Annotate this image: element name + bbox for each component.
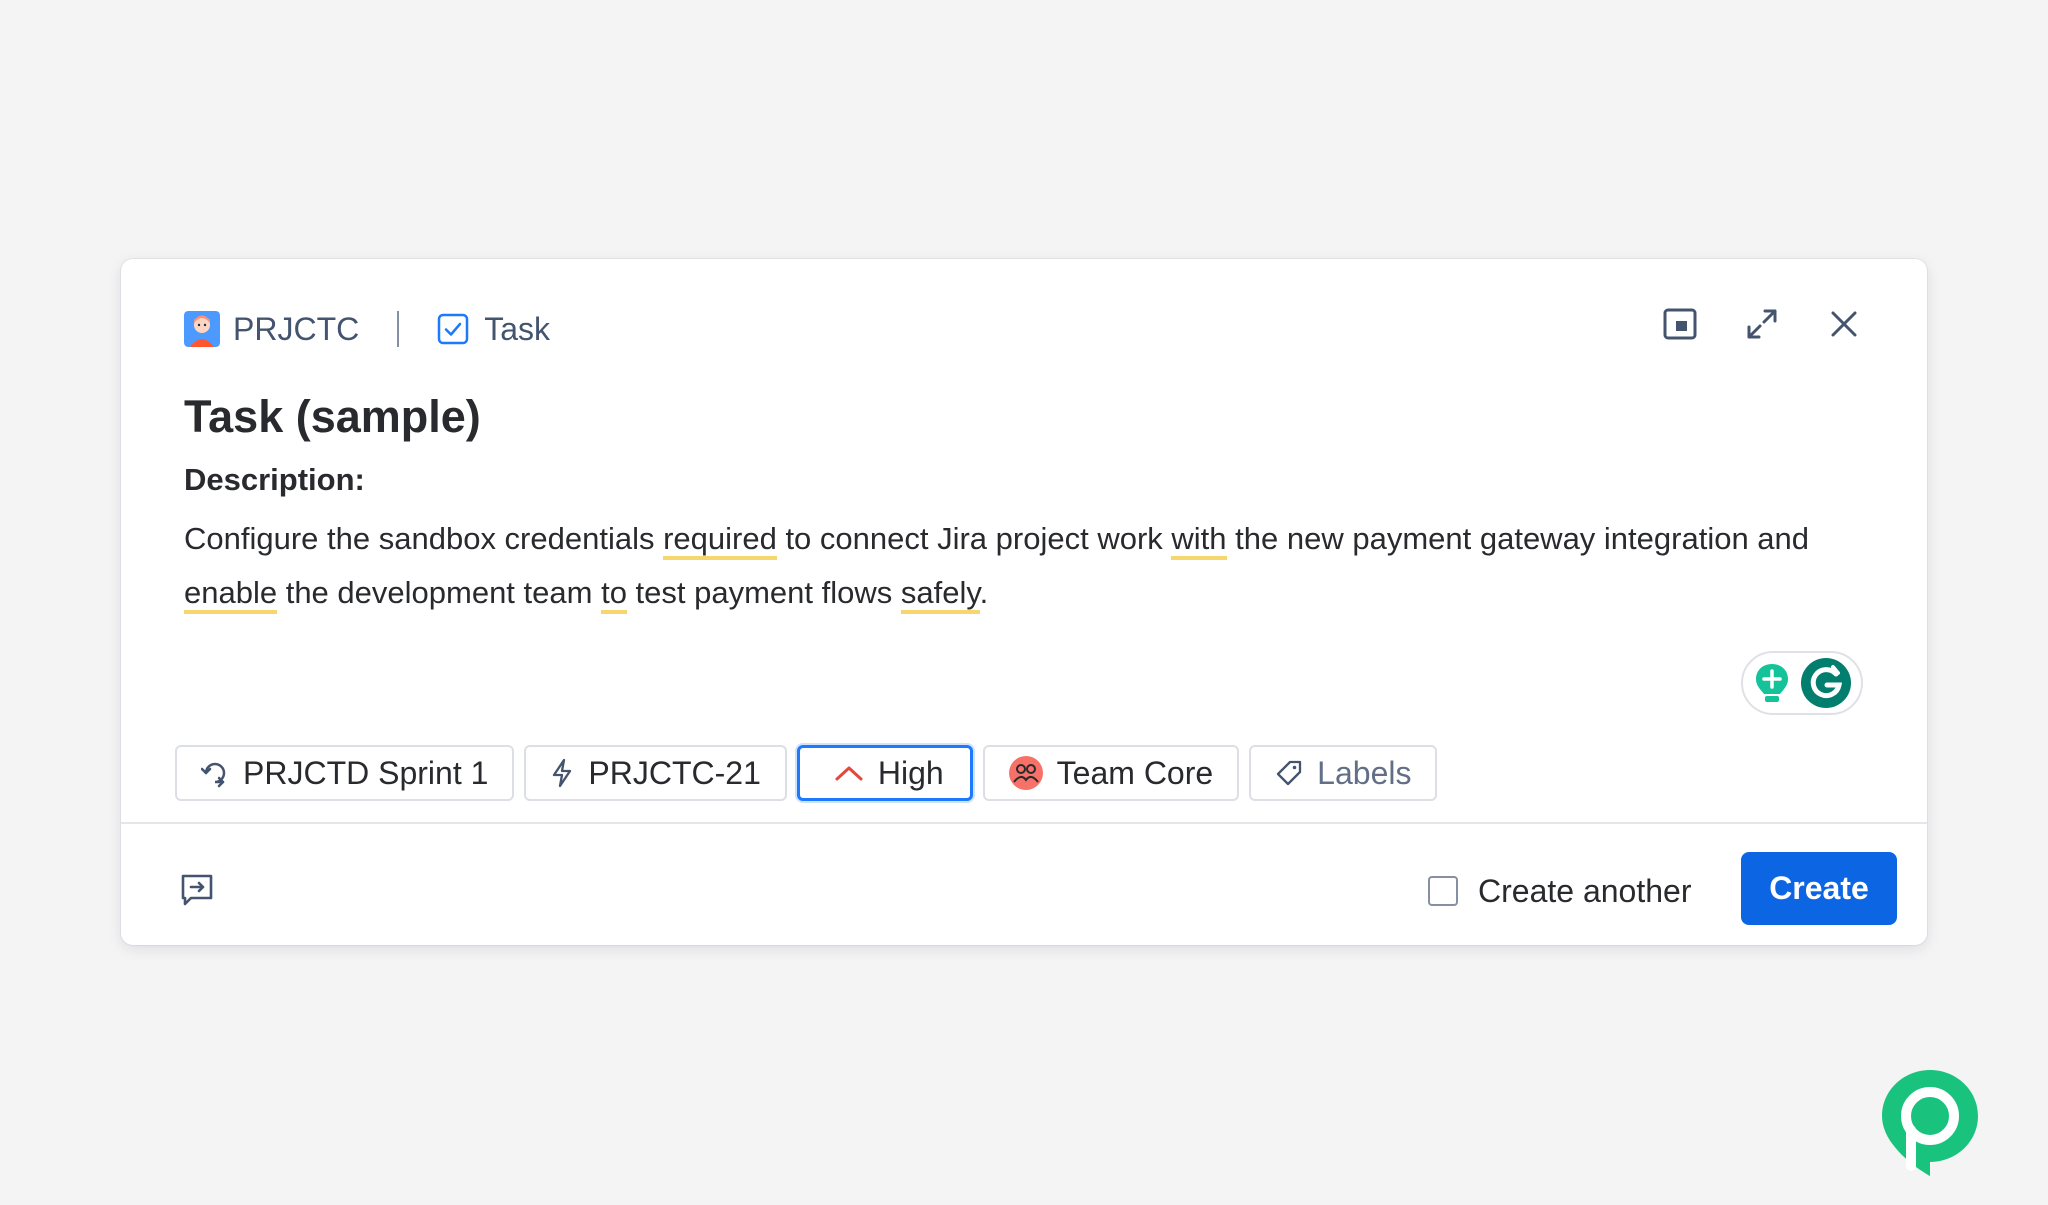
brand-logo-icon xyxy=(1882,1070,1978,1176)
description-text[interactable]: Configure the sandbox credentials requir… xyxy=(184,512,1884,620)
grammar-suggestion[interactable]: to xyxy=(601,575,627,614)
chevron-up-icon xyxy=(835,766,863,781)
sprint-icon xyxy=(201,762,226,788)
field-chips: PRJCTD Sprint 1 PRJCTC-21 High Team Core xyxy=(175,745,1438,801)
description-label: Description: xyxy=(184,462,365,497)
team-avatar-icon xyxy=(1008,756,1043,790)
labels-label: Labels xyxy=(1317,754,1412,791)
grammar-suggestion[interactable]: safely xyxy=(900,575,980,614)
issue-title[interactable]: Task (sample) xyxy=(184,391,481,443)
feedback-button[interactable] xyxy=(176,869,218,911)
create-another-toggle[interactable]: Create another xyxy=(1428,871,1691,911)
priority-label: High xyxy=(877,754,944,791)
header-separator xyxy=(397,311,400,347)
create-issue-dialog: PRJCTC Task Task (sample) Description: C… xyxy=(121,259,1927,945)
create-another-checkbox[interactable] xyxy=(1428,876,1458,906)
minimize-window-icon xyxy=(1663,308,1697,340)
description-segment: Configure the sandbox credentials xyxy=(184,521,664,556)
description-segment: test payment flows xyxy=(626,575,901,610)
footer-divider xyxy=(121,822,1927,824)
project-avatar-icon[interactable] xyxy=(184,311,220,347)
grammarly-icon[interactable] xyxy=(1800,657,1852,709)
parent-label: PRJCTC-21 xyxy=(588,754,761,791)
close-button[interactable] xyxy=(1824,304,1864,344)
priority-chip[interactable]: High xyxy=(796,745,973,801)
task-checkbox-icon xyxy=(437,313,469,345)
grammar-suggestion[interactable]: required xyxy=(663,521,777,560)
labels-chip[interactable]: Labels xyxy=(1249,745,1438,801)
parent-chip[interactable]: PRJCTC-21 xyxy=(524,745,787,801)
header-actions xyxy=(1660,304,1864,344)
feedback-icon xyxy=(181,874,213,906)
description-segment: . xyxy=(979,575,989,610)
project-name[interactable]: PRJCTC xyxy=(233,311,359,348)
issue-type-name[interactable]: Task xyxy=(484,311,550,348)
create-another-label: Create another xyxy=(1478,872,1692,909)
team-label: Team Core xyxy=(1056,754,1214,791)
minimize-button[interactable] xyxy=(1660,304,1700,344)
grammar-suggestion[interactable]: with xyxy=(1171,521,1227,560)
description-segment: the development team xyxy=(277,575,602,610)
description-segment: the new payment gateway integration and xyxy=(1226,521,1810,556)
sprint-chip[interactable]: PRJCTD Sprint 1 xyxy=(175,745,515,801)
grammar-suggestion[interactable]: enable xyxy=(184,575,278,614)
grammarly-widget[interactable] xyxy=(1741,651,1863,715)
description-segment: to connect Jira project work xyxy=(776,521,1172,556)
dialog-header: PRJCTC Task xyxy=(184,309,550,349)
expand-icon xyxy=(1747,309,1777,339)
lightning-icon xyxy=(553,758,572,788)
expand-button[interactable] xyxy=(1742,304,1782,344)
sprint-label: PRJCTD Sprint 1 xyxy=(243,754,489,791)
team-chip[interactable]: Team Core xyxy=(982,745,1240,801)
create-button[interactable]: Create xyxy=(1741,852,1897,925)
tag-icon xyxy=(1277,760,1302,786)
close-icon xyxy=(1831,311,1857,337)
lightbulb-icon[interactable] xyxy=(1752,661,1792,705)
